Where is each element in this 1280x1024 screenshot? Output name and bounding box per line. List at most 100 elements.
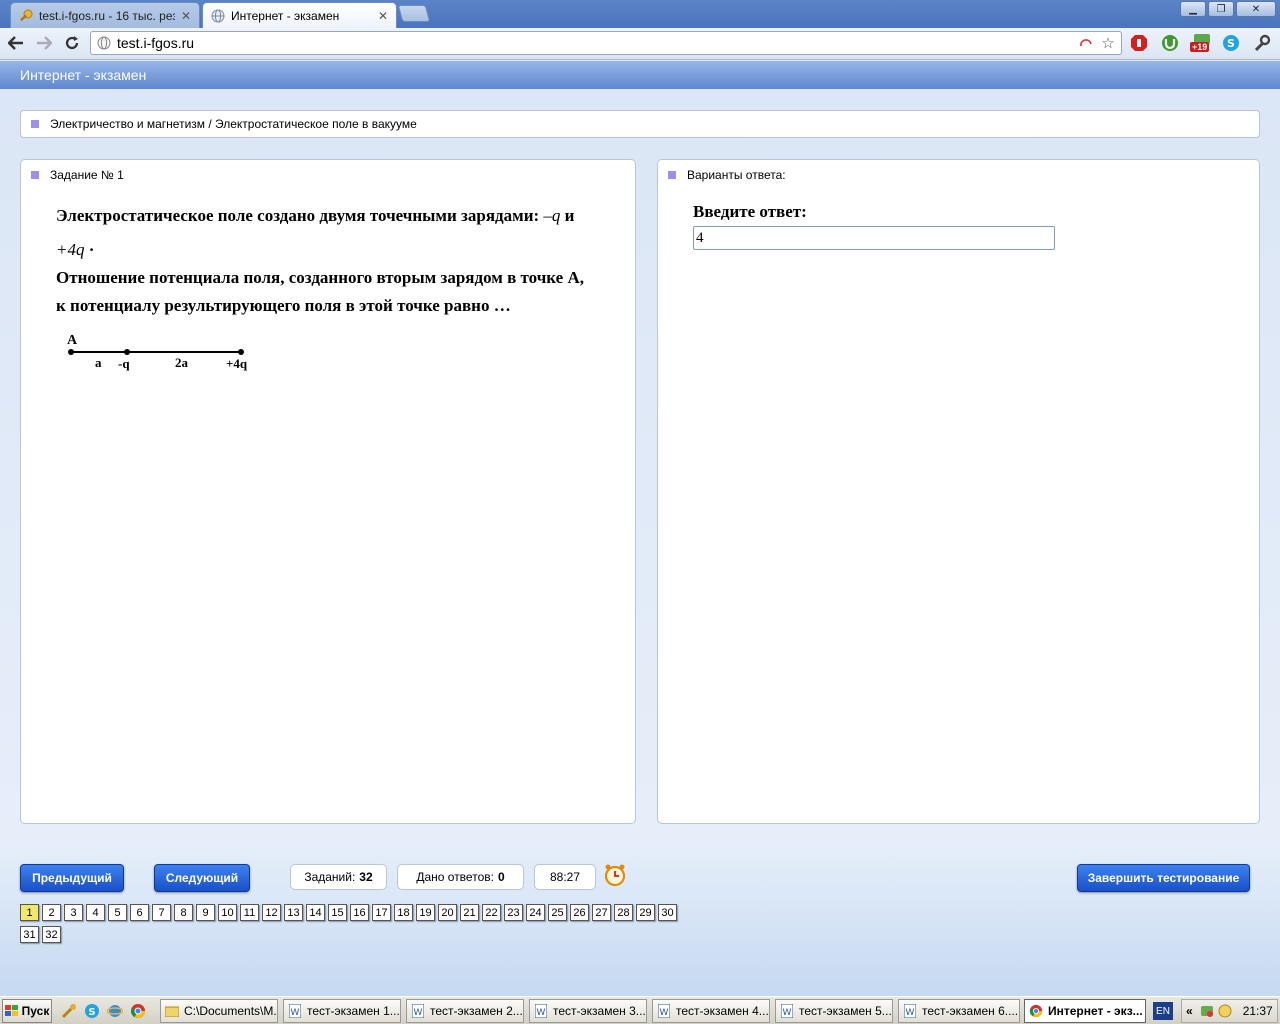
window-controls: ▁ ❐ ✕ (1180, 1, 1276, 17)
question-number-17[interactable]: 17 (372, 904, 391, 921)
alarm-clock-icon (604, 864, 626, 887)
quicklaunch-app-icon[interactable] (60, 1002, 78, 1020)
taskbar-item-exam-6[interactable]: W тест-экзамен 6.... (898, 999, 1020, 1023)
web-page: Интернет - экзамен Электричество и магне… (0, 61, 1280, 996)
tray-app-icon[interactable] (1199, 1003, 1215, 1019)
close-window-icon[interactable]: ✕ (1236, 1, 1276, 17)
wrench-menu-icon[interactable] (1252, 33, 1272, 53)
question-number-1[interactable]: 1 (20, 904, 39, 921)
restore-icon[interactable]: ❐ (1208, 1, 1234, 17)
taskbar-item-label: Интернет - экз... (1048, 1004, 1143, 1018)
formula-dot: · (88, 240, 95, 259)
taskbar-item-exam-3[interactable]: W тест-экзамен 3.... (529, 999, 647, 1023)
question-number-14[interactable]: 14 (306, 904, 325, 921)
chrome-icon[interactable] (129, 1002, 147, 1020)
bookmark-star-icon[interactable]: ☆ (1099, 34, 1117, 52)
answer-panel: Варианты ответа: Введите ответ: 4 (657, 159, 1260, 824)
question-number-27[interactable]: 27 (592, 904, 611, 921)
tab-title: test.i-fgos.ru - 16 тыс. резул (39, 8, 175, 23)
new-tab-button[interactable] (397, 5, 431, 22)
previous-button[interactable]: Предыдущий (20, 864, 124, 892)
internet-explorer-icon[interactable] (106, 1002, 124, 1020)
question-number-11[interactable]: 11 (240, 904, 259, 921)
minimize-icon[interactable]: ▁ (1180, 1, 1206, 17)
address-bar[interactable]: test.i-fgos.ru ☆ (90, 31, 1122, 55)
taskbar-item-label: тест-экзамен 1.... (307, 1004, 401, 1018)
taskbar-item-exam-4[interactable]: W тест-экзамен 4.... (652, 999, 770, 1023)
close-icon[interactable]: ✕ (378, 9, 388, 23)
question-number-31[interactable]: 31 (20, 926, 39, 943)
taskbar-item-browser[interactable]: Интернет - экз... (1024, 999, 1146, 1023)
question-number-18[interactable]: 18 (394, 904, 413, 921)
skype-icon[interactable]: S (83, 1002, 101, 1020)
question-number-7[interactable]: 7 (152, 904, 171, 921)
bullet-square-icon (31, 171, 39, 179)
question-number-24[interactable]: 24 (526, 904, 545, 921)
start-button[interactable]: Пуск (2, 999, 52, 1023)
folder-icon (165, 1004, 179, 1018)
question-line-3: к потенциалу результирующего поля в этой… (56, 296, 511, 315)
question-number-5[interactable]: 5 (108, 904, 127, 921)
word-doc-icon: W (903, 1004, 917, 1018)
question-number-29[interactable]: 29 (636, 904, 655, 921)
question-number-13[interactable]: 13 (284, 904, 303, 921)
question-number-23[interactable]: 23 (504, 904, 523, 921)
word-doc-icon: W (534, 1004, 548, 1018)
question-number-9[interactable]: 9 (196, 904, 215, 921)
question-number-8[interactable]: 8 (174, 904, 193, 921)
extension-badge-icon[interactable]: +19 (1190, 33, 1214, 53)
svg-text:W: W (291, 1008, 300, 1018)
question-number-21[interactable]: 21 (460, 904, 479, 921)
answered-count-value: 0 (497, 870, 505, 884)
finish-test-button[interactable]: Завершить тестирование (1077, 864, 1250, 892)
close-icon[interactable]: ✕ (181, 9, 191, 23)
question-number-12[interactable]: 12 (262, 904, 281, 921)
question-number-26[interactable]: 26 (570, 904, 589, 921)
taskbar: Пуск S C:\Documents\M... W тест-экзамен … (0, 996, 1280, 1024)
question-number-3[interactable]: 3 (64, 904, 83, 921)
svg-text:S: S (1227, 37, 1235, 50)
question-number-30[interactable]: 30 (658, 904, 677, 921)
browser-tab-strip: test.i-fgos.ru - 16 тыс. резул ✕ Интерне… (0, 0, 1280, 29)
svg-text:S: S (88, 1007, 95, 1018)
question-number-6[interactable]: 6 (130, 904, 149, 921)
utorrent-icon[interactable] (1160, 33, 1180, 53)
question-number-28[interactable]: 28 (614, 904, 633, 921)
answer-input[interactable]: 4 (693, 226, 1055, 250)
taskbar-item-label: тест-экзамен 3.... (553, 1004, 647, 1018)
question-number-16[interactable]: 16 (350, 904, 369, 921)
globe-icon (211, 9, 225, 23)
question-number-10[interactable]: 10 (218, 904, 237, 921)
charges-diagram: A a -q 2a +4q (67, 333, 248, 371)
next-button[interactable]: Следующий (154, 864, 250, 892)
translate-icon[interactable] (1077, 34, 1095, 52)
answer-heading: Варианты ответа: (687, 168, 786, 182)
question-number-20[interactable]: 20 (438, 904, 457, 921)
question-number-22[interactable]: 22 (482, 904, 501, 921)
question-number-32[interactable]: 32 (42, 926, 61, 943)
question-number-19[interactable]: 19 (416, 904, 435, 921)
back-icon[interactable] (5, 32, 27, 54)
adblock-icon[interactable] (1129, 33, 1149, 53)
taskbar-item-exam-5[interactable]: W тест-экзамен 5.... (775, 999, 893, 1023)
taskbar-item-exam-2[interactable]: W тест-экзамен 2.... (406, 999, 524, 1023)
taskbar-item-exam-1[interactable]: W тест-экзамен 1.... (283, 999, 401, 1023)
tray-network-icon[interactable] (1217, 1003, 1233, 1019)
start-label: Пуск (21, 1004, 50, 1018)
question-number-4[interactable]: 4 (86, 904, 105, 921)
bullet-square-icon (668, 171, 676, 179)
question-number-15[interactable]: 15 (328, 904, 347, 921)
reload-icon[interactable] (61, 32, 83, 54)
taskbar-item-documents[interactable]: C:\Documents\M... (160, 999, 278, 1023)
language-indicator[interactable]: EN (1153, 1002, 1173, 1020)
tray-expand-icon[interactable]: « (1186, 1004, 1193, 1018)
charge-2-label: +4q (226, 356, 248, 371)
question-and: и (564, 206, 575, 225)
question-number-25[interactable]: 25 (548, 904, 567, 921)
question-number-2[interactable]: 2 (42, 904, 61, 921)
forward-icon[interactable] (33, 32, 55, 54)
tab-internet-exam[interactable]: Интернет - экзамен ✕ (202, 2, 397, 29)
charge-1-marker (124, 349, 130, 355)
skype-icon[interactable]: S (1221, 33, 1241, 53)
tab-search-results[interactable]: test.i-fgos.ru - 16 тыс. резул ✕ (10, 2, 200, 28)
